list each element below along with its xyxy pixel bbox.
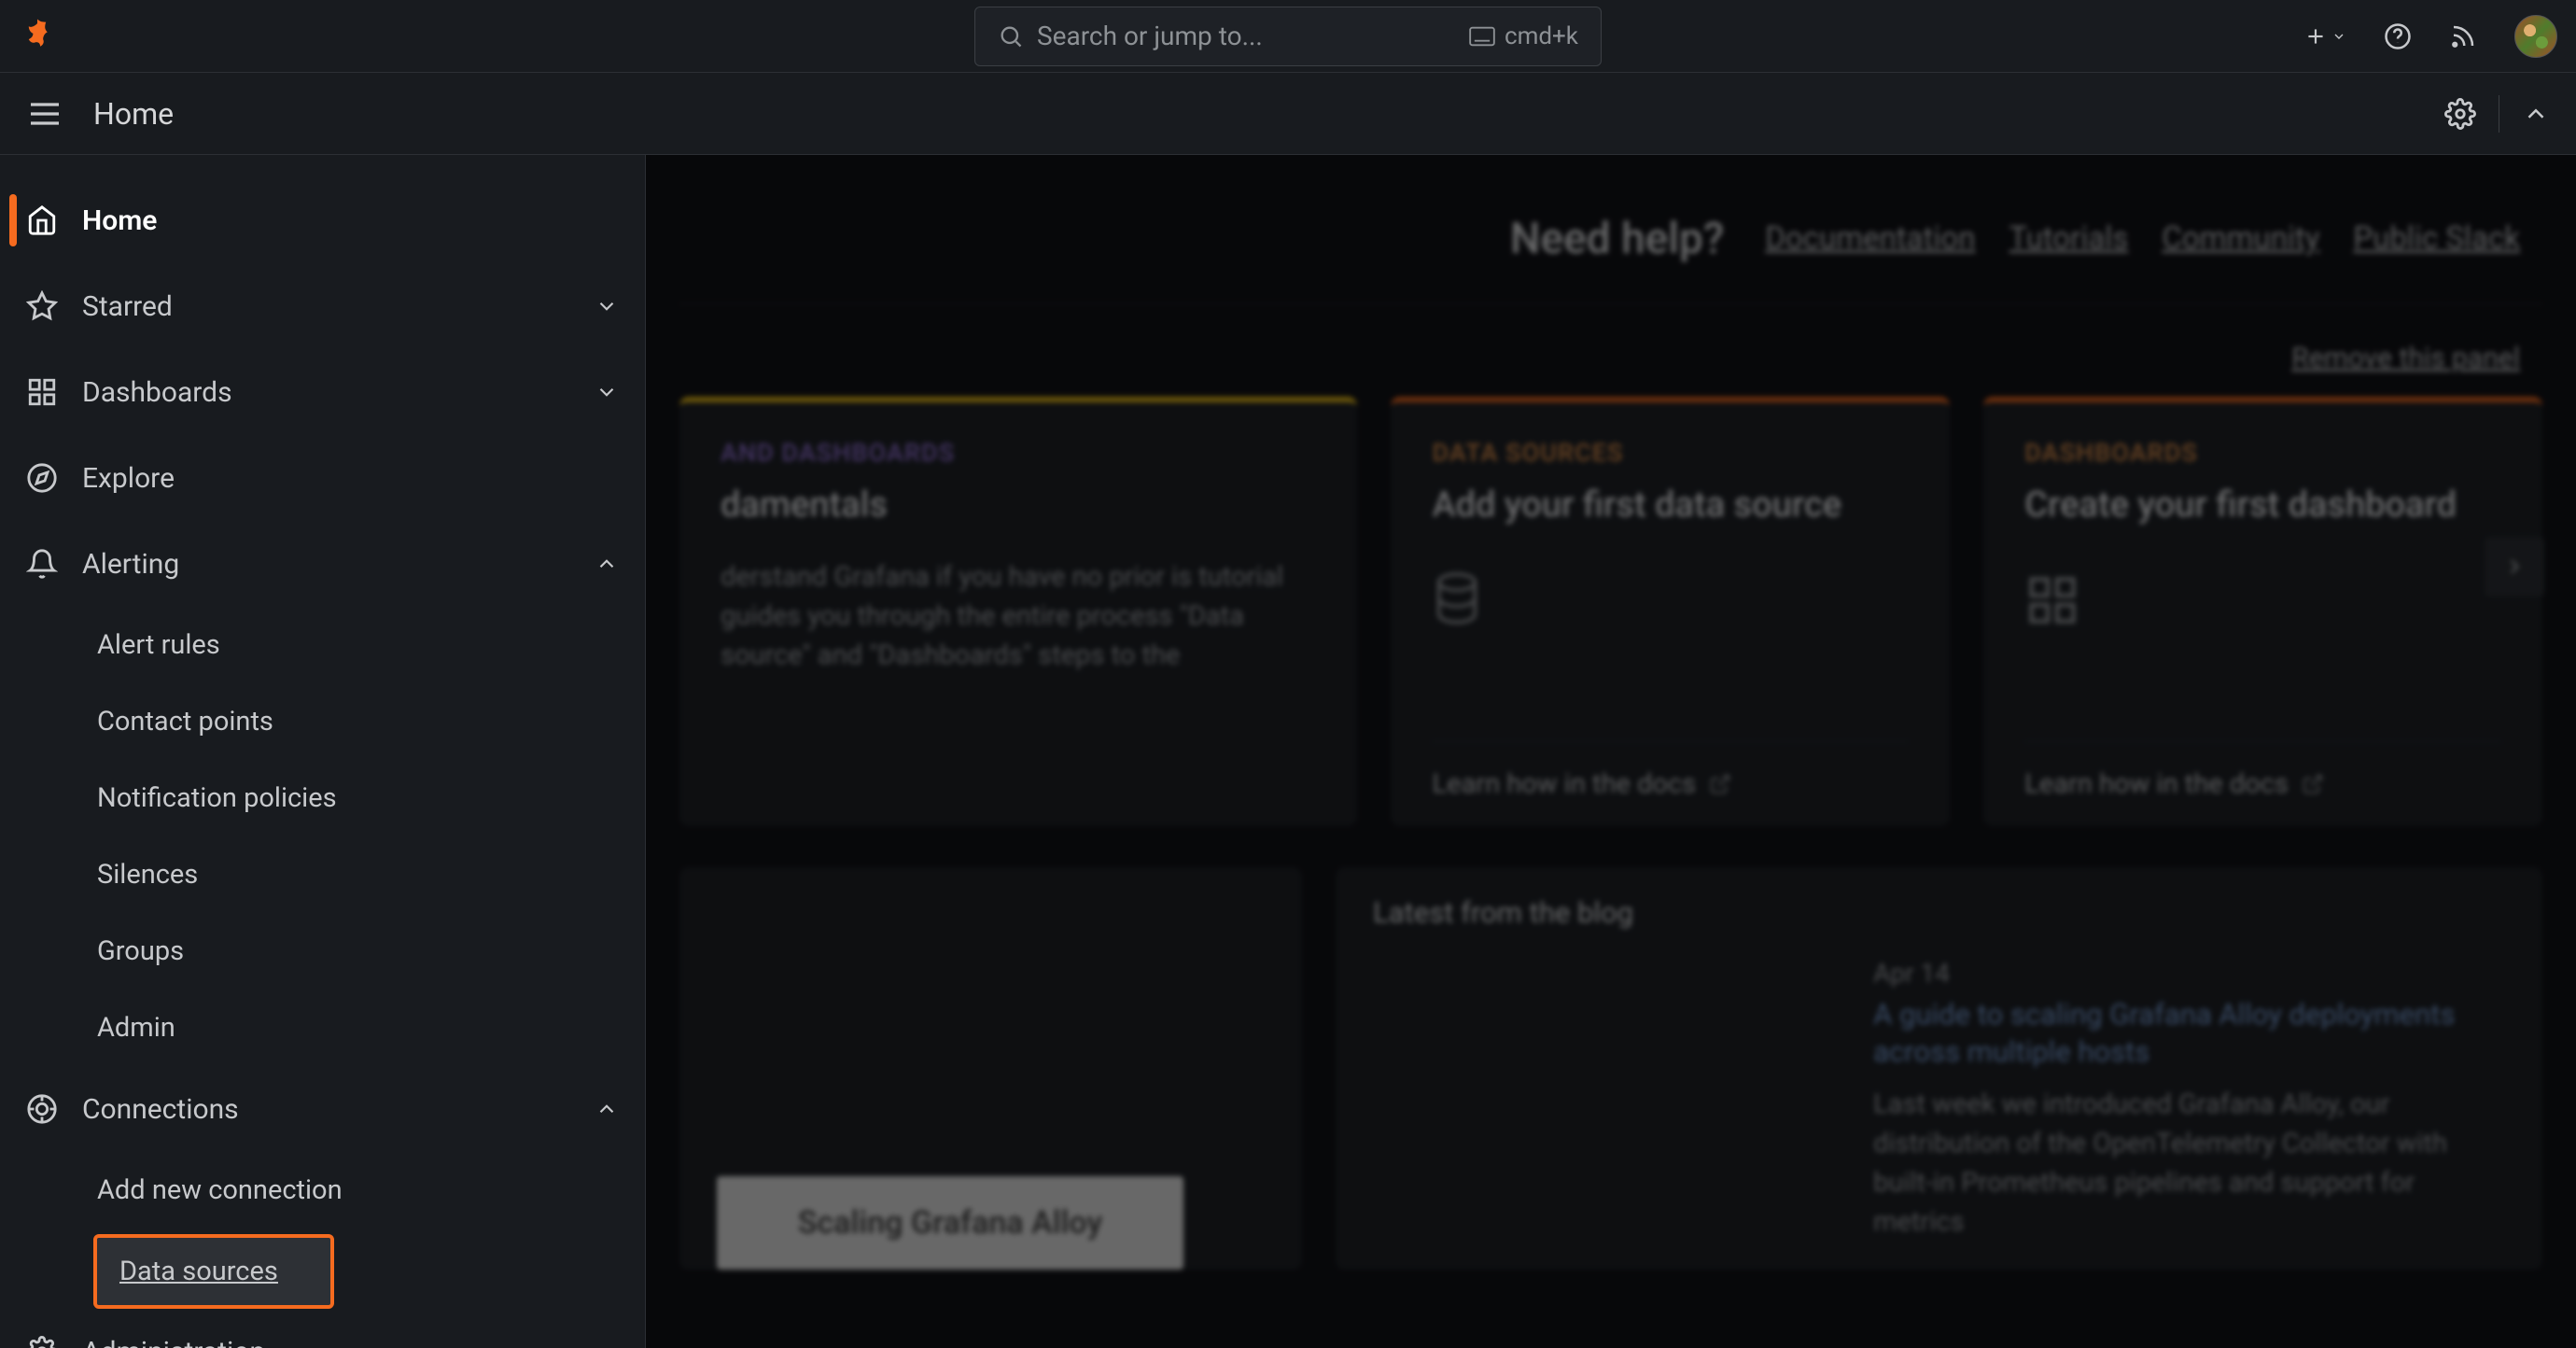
sidebar-item-explore[interactable]: Explore bbox=[0, 435, 645, 521]
sidebar-subitem-admin[interactable]: Admin bbox=[75, 990, 621, 1066]
sidebar-item-home[interactable]: Home bbox=[0, 177, 645, 263]
news-icon[interactable] bbox=[2449, 22, 2477, 50]
sidebar-item-label: Explore bbox=[82, 462, 175, 495]
help-link-slack[interactable]: Public Slack bbox=[2353, 220, 2520, 257]
card-footer-link[interactable]: Learn how in the docs bbox=[2024, 741, 2501, 826]
blog-post-title[interactable]: A guide to scaling Grafana Alloy deploym… bbox=[1873, 996, 2505, 1072]
alerting-submenu: Alert rules Contact points Notification … bbox=[0, 607, 645, 1066]
menu-toggle-icon[interactable] bbox=[26, 95, 63, 133]
collapse-icon[interactable] bbox=[2522, 100, 2550, 128]
chevron-down-icon bbox=[595, 380, 619, 404]
top-nav: Search or jump to... cmd+k bbox=[0, 0, 2576, 73]
bell-icon bbox=[26, 548, 58, 580]
connections-submenu: Add new connection Data sources bbox=[0, 1152, 645, 1305]
blog-image: Scaling Grafana Alloy bbox=[717, 1176, 1183, 1270]
grafana-logo-icon[interactable] bbox=[19, 18, 56, 55]
star-icon bbox=[26, 290, 58, 322]
breadcrumb[interactable]: Home bbox=[93, 96, 174, 132]
help-link-tutorials[interactable]: Tutorials bbox=[2009, 220, 2128, 257]
sidebar-item-label: Dashboards bbox=[82, 376, 232, 409]
help-bar: Need help? Documentation Tutorials Commu… bbox=[679, 174, 2542, 304]
sidebar-item-alerting[interactable]: Alerting bbox=[0, 521, 645, 607]
search-shortcut: cmd+k bbox=[1469, 22, 1578, 50]
sidebar-item-label: Home bbox=[82, 204, 157, 237]
avatar[interactable] bbox=[2514, 15, 2557, 58]
sidebar: Home Starred Dashboards Explore Alerting… bbox=[0, 155, 646, 1348]
sidebar-item-administration[interactable]: Administration bbox=[0, 1309, 645, 1348]
sidebar-item-label: Connections bbox=[82, 1093, 239, 1126]
sidebar-subitem-silences[interactable]: Silences bbox=[75, 836, 621, 913]
chevron-up-icon bbox=[595, 552, 619, 576]
help-icon[interactable] bbox=[2384, 22, 2412, 50]
breadcrumb-bar: Home bbox=[0, 73, 2576, 155]
sidebar-item-label: Starred bbox=[82, 290, 173, 323]
blog-excerpt: Last week we introduced Grafana Alloy, o… bbox=[1873, 1085, 2505, 1242]
card-footer-link[interactable]: Learn how in the docs bbox=[1432, 741, 1909, 826]
help-link-documentation[interactable]: Documentation bbox=[1765, 220, 1975, 257]
sidebar-item-dashboards[interactable]: Dashboards bbox=[0, 349, 645, 435]
blog-left-panel: Scaling Grafana Alloy bbox=[679, 867, 1302, 1270]
blog-right-panel: Latest from the blog Apr 14 A guide to s… bbox=[1336, 867, 2542, 1270]
search-input[interactable]: Search or jump to... cmd+k bbox=[974, 7, 1602, 66]
blog-date: Apr 14 bbox=[1873, 958, 2505, 989]
chevron-down-icon bbox=[595, 294, 619, 318]
compass-icon bbox=[26, 462, 58, 494]
card-dashboard[interactable]: DASHBOARDS Create your first dashboard L… bbox=[1983, 397, 2542, 826]
sidebar-item-label: Alerting bbox=[82, 548, 179, 581]
card-tutorial[interactable]: AND DASHBOARDS damentals derstand Grafan… bbox=[679, 397, 1357, 826]
sidebar-subitem-add-connection[interactable]: Add new connection bbox=[75, 1152, 621, 1229]
sidebar-item-starred[interactable]: Starred bbox=[0, 263, 645, 349]
home-icon bbox=[26, 204, 58, 236]
sidebar-subitem-data-sources[interactable]: Data sources bbox=[97, 1238, 330, 1305]
sidebar-subitem-groups[interactable]: Groups bbox=[75, 913, 621, 990]
blog-section: Scaling Grafana Alloy Latest from the bl… bbox=[679, 867, 2542, 1270]
settings-icon[interactable] bbox=[2444, 98, 2476, 130]
scroll-right-button[interactable] bbox=[2485, 537, 2544, 597]
card-data-source[interactable]: DATA SOURCES Add your first data source … bbox=[1391, 397, 1950, 826]
sidebar-item-label: Administration bbox=[82, 1336, 265, 1348]
onboarding-cards: AND DASHBOARDS damentals derstand Grafan… bbox=[679, 397, 2542, 826]
sidebar-subitem-alert-rules[interactable]: Alert rules bbox=[75, 607, 621, 683]
chevron-down-icon bbox=[595, 1340, 619, 1348]
plug-icon bbox=[26, 1093, 58, 1125]
sidebar-subitem-notification-policies[interactable]: Notification policies bbox=[75, 760, 621, 836]
database-icon bbox=[1432, 572, 1909, 628]
blog-heading: Latest from the blog bbox=[1373, 895, 2505, 930]
grid-icon bbox=[2024, 572, 2501, 628]
dashboard-icon bbox=[26, 376, 58, 408]
add-menu-button[interactable] bbox=[2303, 24, 2346, 49]
remove-panel-link[interactable]: Remove this panel bbox=[2291, 342, 2520, 374]
chevron-up-icon bbox=[595, 1097, 619, 1121]
search-placeholder: Search or jump to... bbox=[1037, 21, 1263, 51]
gear-icon bbox=[26, 1336, 58, 1348]
topnav-right bbox=[2303, 15, 2557, 58]
help-link-community[interactable]: Community bbox=[2162, 220, 2319, 257]
sidebar-item-connections[interactable]: Connections bbox=[0, 1066, 645, 1152]
main-content: Need help? Documentation Tutorials Commu… bbox=[646, 155, 2576, 1348]
need-help-label: Need help? bbox=[1510, 214, 1724, 264]
sidebar-subitem-contact-points[interactable]: Contact points bbox=[75, 683, 621, 760]
